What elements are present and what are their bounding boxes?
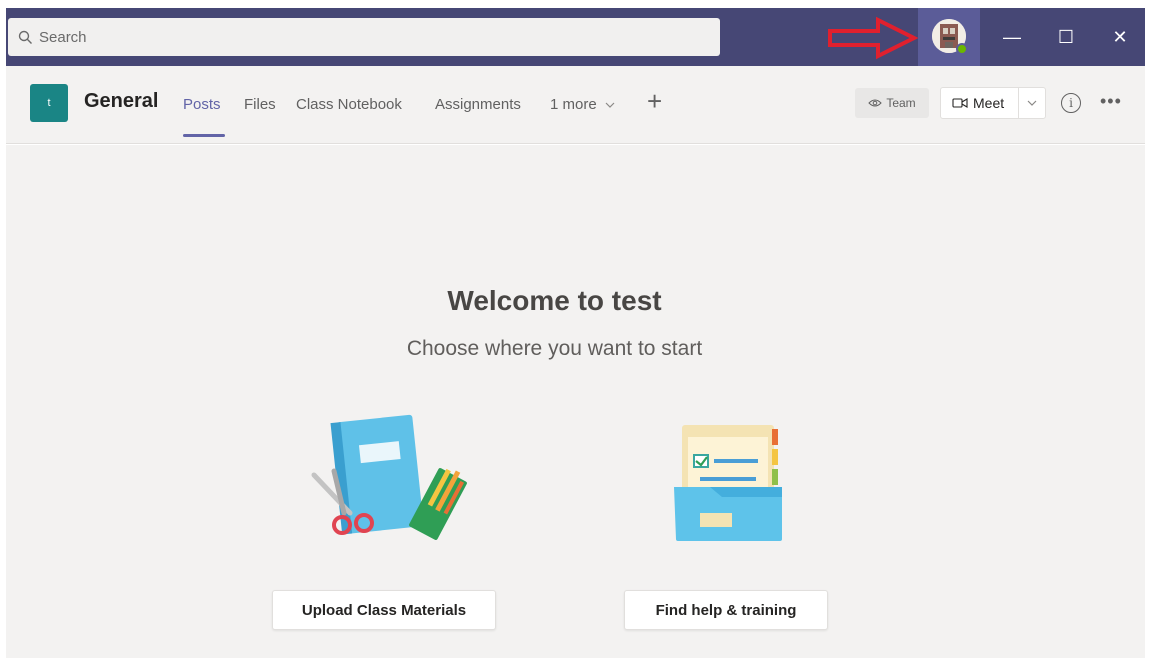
profile-button[interactable] <box>918 8 980 66</box>
maximize-button[interactable]: ☐ <box>1038 8 1094 66</box>
window-edge <box>1145 0 1151 658</box>
meet-button[interactable]: Meet <box>940 87 1046 119</box>
channel-content: Welcome to test Choose where you want to… <box>6 145 1151 658</box>
meet-now-button[interactable]: Meet <box>941 88 1019 118</box>
channel-title: General <box>84 90 159 112</box>
presence-available-icon <box>956 43 968 55</box>
meet-button-label: Meet <box>973 95 1005 111</box>
tab-more-label: 1 more <box>550 96 597 113</box>
chevron-down-icon <box>1027 100 1037 106</box>
tab-class-notebook[interactable]: Class Notebook <box>296 96 402 113</box>
info-icon[interactable]: i <box>1061 93 1081 113</box>
search-input[interactable]: Search <box>8 18 720 56</box>
channel-header: t General Posts Files Class Notebook Ass… <box>6 66 1145 144</box>
video-camera-icon <box>952 98 968 108</box>
annotation-arrow-icon <box>828 16 918 60</box>
search-placeholder: Search <box>39 28 87 46</box>
search-icon <box>18 30 32 44</box>
welcome-subtitle: Choose where you want to start <box>406 337 703 360</box>
meet-options-dropdown[interactable] <box>1019 99 1045 107</box>
more-options-icon[interactable]: ••• <box>1100 91 1122 112</box>
class-materials-illustration-icon <box>311 414 467 540</box>
team-button-label: Team <box>886 96 916 110</box>
teams-window: Search — ☐ ✕ t General Posts Files Class… <box>0 0 1151 658</box>
tab-assignments[interactable]: Assignments <box>435 96 521 113</box>
upload-class-materials-button[interactable]: Upload Class Materials <box>272 590 496 630</box>
find-help-training-button[interactable]: Find help & training <box>624 590 828 630</box>
welcome-title: Welcome to test <box>447 285 662 316</box>
minimize-button[interactable]: — <box>984 8 1040 66</box>
tab-more[interactable]: 1 more <box>550 96 615 113</box>
team-avatar[interactable]: t <box>30 84 68 122</box>
chevron-down-icon <box>605 102 615 108</box>
active-tab-indicator <box>183 134 225 137</box>
team-button[interactable]: Team <box>855 88 929 118</box>
tab-files[interactable]: Files <box>244 96 276 113</box>
add-tab-button[interactable]: + <box>647 88 662 114</box>
close-button[interactable]: ✕ <box>1092 8 1148 66</box>
help-training-illustration-icon <box>674 425 782 541</box>
title-bar: Search — ☐ ✕ <box>6 8 1145 66</box>
eye-icon <box>868 99 883 107</box>
tab-posts[interactable]: Posts <box>183 96 221 113</box>
